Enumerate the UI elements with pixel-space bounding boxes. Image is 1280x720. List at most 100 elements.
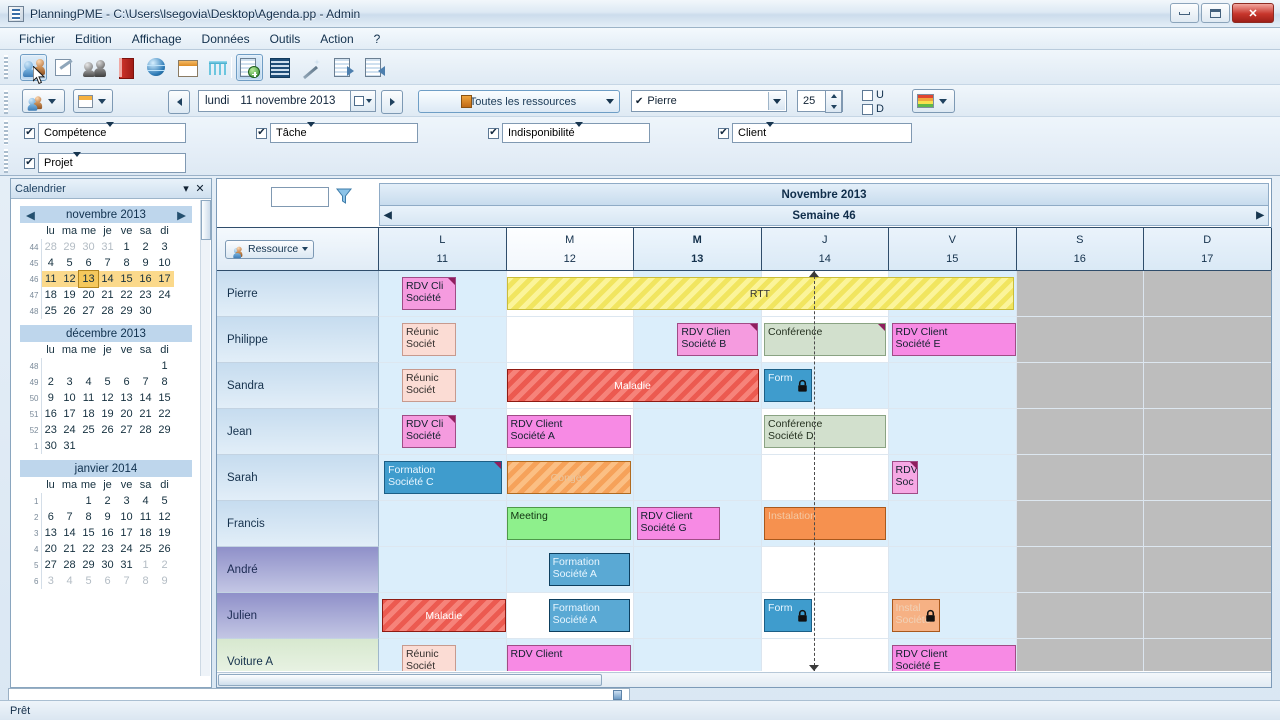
calendar-day[interactable]: 25 xyxy=(79,422,98,438)
calendar-day[interactable]: 3 xyxy=(41,573,60,589)
menu-item-help[interactable]: ? xyxy=(365,29,390,49)
sheet-back-button[interactable] xyxy=(361,54,388,81)
calendar-day[interactable]: 18 xyxy=(41,287,60,303)
calendar-day[interactable]: 4 xyxy=(41,255,60,271)
calendar-day[interactable]: 3 xyxy=(155,239,174,255)
schedule-cell[interactable] xyxy=(634,455,762,501)
calendar-day[interactable]: 7 xyxy=(60,509,79,525)
schedule-cell[interactable] xyxy=(1144,501,1271,547)
filter-projet-checkbox[interactable]: ✔ xyxy=(24,157,35,169)
schedule-event[interactable]: Form xyxy=(764,369,813,402)
filter-indisponibilite-checkbox[interactable]: ✔ xyxy=(488,127,499,139)
calendar-day[interactable]: 16 xyxy=(41,406,60,422)
calendar-day[interactable]: 1 xyxy=(117,239,136,255)
filter-tache[interactable]: ✔ Tâche xyxy=(256,123,418,143)
calendar-day[interactable]: 23 xyxy=(41,422,60,438)
calendar-day[interactable]: 17 xyxy=(155,271,174,287)
schedule-hscrollbar-thumb[interactable] xyxy=(218,674,602,686)
calendar-picker-button[interactable] xyxy=(350,90,376,112)
mini-next-button[interactable]: ▶ xyxy=(177,208,186,222)
calendar-scrollbar[interactable] xyxy=(200,200,211,676)
calendar-day[interactable]: 8 xyxy=(155,374,174,390)
schedule-cell[interactable] xyxy=(1144,271,1271,317)
calendar-day[interactable]: 7 xyxy=(117,573,136,589)
calendar-day[interactable]: 27 xyxy=(79,303,98,319)
day-header-s16[interactable]: S 16 xyxy=(1016,228,1144,270)
schedule-event[interactable]: RDV Cli Société xyxy=(401,277,457,310)
calendar-day[interactable]: 21 xyxy=(60,541,79,557)
calendar-day[interactable]: 9 xyxy=(98,509,117,525)
schedule-hscrollbar[interactable] xyxy=(217,672,1271,687)
calendar-day[interactable]: 1 xyxy=(155,358,174,374)
calendar-day[interactable]: 7 xyxy=(136,374,155,390)
calendar-day[interactable]: 14 xyxy=(98,271,117,287)
schedule-cell[interactable] xyxy=(1016,409,1144,455)
calendar-day[interactable]: 8 xyxy=(79,509,98,525)
calendar-day[interactable]: 4 xyxy=(60,573,79,589)
calendar-day[interactable]: 5 xyxy=(98,374,117,390)
filter-projet[interactable]: ✔ Projet xyxy=(24,153,186,173)
schedule-cell[interactable] xyxy=(1144,317,1271,363)
calendar-day[interactable] xyxy=(41,493,60,509)
calendar-day[interactable]: 2 xyxy=(98,493,117,509)
calendar-day[interactable]: 14 xyxy=(136,390,155,406)
schedule-event[interactable]: Instalation xyxy=(764,507,886,540)
schedule-cell[interactable] xyxy=(1016,501,1144,547)
resource-row-label[interactable]: Julien xyxy=(217,593,379,639)
resource-dropdown-button[interactable] xyxy=(22,89,65,113)
calendar-day[interactable]: 27 xyxy=(117,422,136,438)
calendar-day[interactable]: 11 xyxy=(136,509,155,525)
resource-row-label[interactable]: André xyxy=(217,547,379,593)
window-button[interactable] xyxy=(174,54,201,81)
calendar-collapse-button[interactable]: ▾ xyxy=(179,182,193,195)
mini-prev-button[interactable]: ◀ xyxy=(26,208,35,222)
filter-indisponibilite[interactable]: ✔ Indisponibilité xyxy=(488,123,650,143)
day-header-m13[interactable]: M 13 xyxy=(634,228,762,270)
calendar-day[interactable] xyxy=(60,493,79,509)
prev-date-button[interactable] xyxy=(168,90,190,114)
date-field[interactable]: lundi 11 novembre 2013 xyxy=(198,90,356,112)
rake-button[interactable] xyxy=(205,54,232,81)
calendar-day[interactable]: 8 xyxy=(136,573,155,589)
schedule-cell[interactable] xyxy=(1016,271,1144,317)
calendar-day[interactable]: 24 xyxy=(117,541,136,557)
filter-competence[interactable]: ✔ Compétence xyxy=(24,123,186,143)
close-button[interactable]: ✕ xyxy=(1232,3,1274,23)
view-dropdown-button[interactable] xyxy=(73,89,113,113)
calendar-day[interactable] xyxy=(79,358,98,374)
calendar-day[interactable]: 5 xyxy=(60,255,79,271)
calendar-day[interactable]: 13 xyxy=(41,525,60,541)
d-checkbox-row[interactable]: D xyxy=(862,103,884,115)
calendar-day[interactable]: 9 xyxy=(155,573,174,589)
menu-item-donnees[interactable]: Données xyxy=(193,29,259,49)
calendar-day[interactable]: 8 xyxy=(117,255,136,271)
schedule-cell[interactable] xyxy=(634,547,762,593)
calendar-day[interactable]: 25 xyxy=(136,541,155,557)
schedule-event[interactable]: Réunic Sociét xyxy=(401,369,457,402)
edit-plan-button[interactable] xyxy=(50,54,77,81)
calendar-day[interactable] xyxy=(79,438,98,454)
calendar-day[interactable]: 27 xyxy=(41,557,60,573)
schedule-cell[interactable] xyxy=(889,409,1017,455)
schedule-event[interactable]: RDV Client xyxy=(506,645,631,671)
toolbar-grip[interactable] xyxy=(4,55,8,79)
schedule-event[interactable]: RDV Client Société E xyxy=(891,323,1017,356)
resource-scope-combo[interactable]: Toutes les ressources xyxy=(418,90,620,113)
maximize-button[interactable] xyxy=(1201,3,1230,23)
next-date-button[interactable] xyxy=(381,90,403,114)
calendar-day[interactable]: 22 xyxy=(155,406,174,422)
calendar-day[interactable]: 30 xyxy=(98,557,117,573)
schedule-cell[interactable] xyxy=(1016,547,1144,593)
funnel-icon[interactable] xyxy=(335,187,353,205)
calendar-day[interactable] xyxy=(41,358,60,374)
schedule-cell[interactable] xyxy=(1016,639,1144,671)
calendar-day[interactable]: 2 xyxy=(155,557,174,573)
filter-client-box[interactable]: Client xyxy=(732,123,912,143)
calendar-day[interactable]: 16 xyxy=(98,525,117,541)
day-header-d17[interactable]: D 17 xyxy=(1144,228,1272,270)
calendar-day[interactable]: 14 xyxy=(60,525,79,541)
calendar-day[interactable]: 12 xyxy=(60,271,79,287)
calendar-scrollbar-thumb[interactable] xyxy=(201,200,211,240)
calendar-day[interactable]: 29 xyxy=(155,422,174,438)
schedule-event[interactable]: RDV Client Société A xyxy=(506,415,631,448)
